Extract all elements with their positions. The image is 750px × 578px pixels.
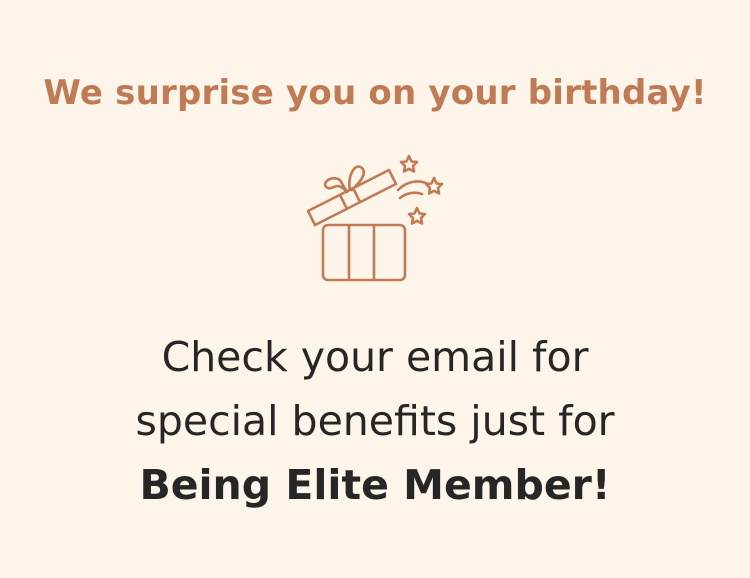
birthday-headline: We surprise you on your birthday! bbox=[43, 73, 707, 113]
birthday-card: We surprise you on your birthday! Check … bbox=[0, 0, 750, 578]
gift-box-icon bbox=[300, 150, 450, 290]
message-line-3: Being Elite Member! bbox=[139, 461, 611, 509]
message-line-2: special benefits just for bbox=[135, 397, 615, 445]
message-line-1: Check your email for bbox=[161, 333, 589, 381]
benefits-message: Check your email for special benefits ju… bbox=[0, 325, 750, 517]
